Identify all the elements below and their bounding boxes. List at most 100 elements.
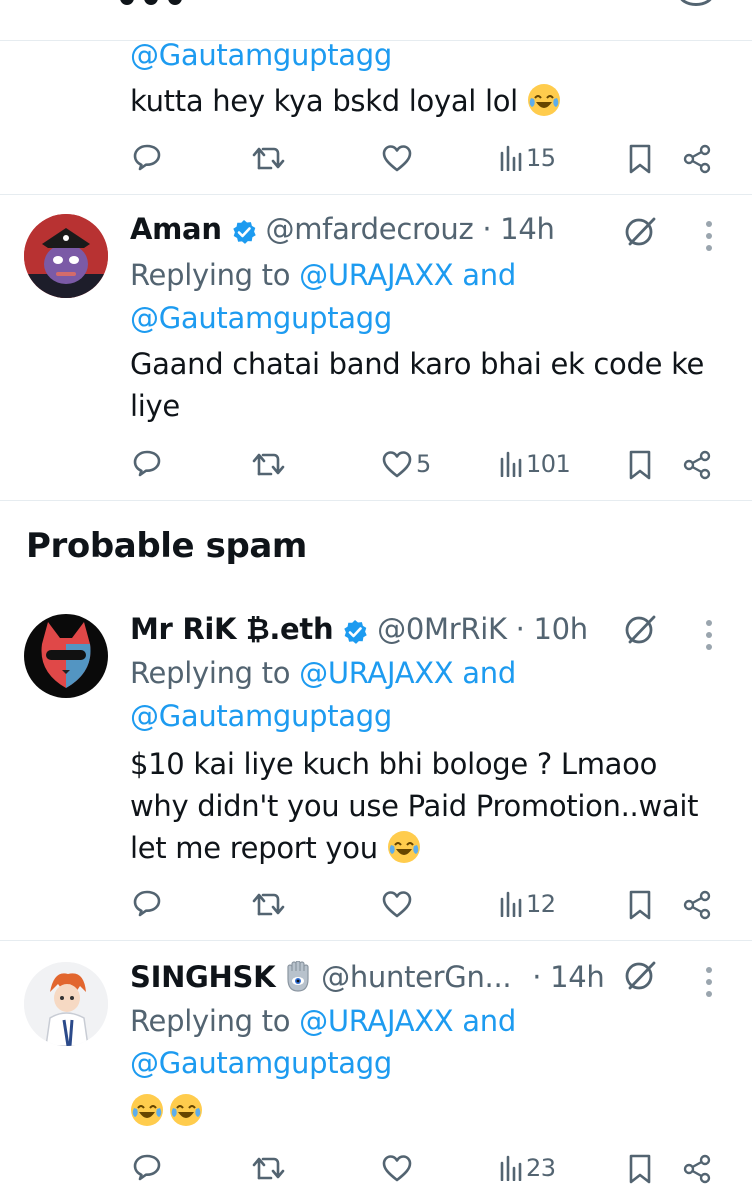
top-cutoff-fragment xyxy=(120,0,240,5)
replying-to: Replying to @URAJAXX and xyxy=(130,1004,516,1038)
reply-mention-link[interactable]: @URAJAXX and xyxy=(299,1004,516,1038)
grok-icon[interactable] xyxy=(624,614,658,650)
reply-handle-line2[interactable]: @Gautamguptagg xyxy=(130,34,392,76)
handle[interactable]: @0MrRiK xyxy=(377,612,507,646)
tweet-text: kutta hey kya bskd loyal lol xyxy=(130,80,561,128)
retweet-icon xyxy=(252,1157,285,1180)
reply-icon xyxy=(133,144,161,171)
share-button[interactable] xyxy=(682,890,712,920)
share-icon xyxy=(683,1154,711,1184)
bookmark-button[interactable] xyxy=(628,450,652,480)
timestamp[interactable]: · 14h xyxy=(482,212,555,246)
reply-mention-link[interactable]: @URAJAXX and xyxy=(299,258,516,292)
like-count: 5 xyxy=(416,450,431,478)
heart-icon xyxy=(382,891,412,918)
avatar[interactable] xyxy=(24,214,108,298)
display-name[interactable]: Aman xyxy=(130,212,222,246)
divider xyxy=(0,194,752,195)
like-button[interactable] xyxy=(382,890,412,918)
like-button[interactable]: 5 xyxy=(382,450,431,478)
reply-icon xyxy=(133,1154,161,1181)
bookmark-icon xyxy=(629,450,651,480)
retweet-button[interactable] xyxy=(252,450,286,478)
heart-icon xyxy=(382,451,412,478)
verified-badge-icon xyxy=(231,214,257,256)
views-icon xyxy=(500,145,522,171)
share-icon xyxy=(683,890,711,920)
views-icon xyxy=(500,891,522,917)
views-count: 101 xyxy=(526,450,571,478)
reply-button[interactable] xyxy=(132,142,162,172)
handle[interactable]: @hunterGn... xyxy=(321,960,511,994)
divider xyxy=(0,500,752,501)
reply-icon xyxy=(133,890,161,917)
views-count: 12 xyxy=(526,890,556,918)
replying-to: Replying to @URAJAXX and xyxy=(130,258,516,292)
share-button[interactable] xyxy=(682,1154,712,1184)
more-options-icon[interactable] xyxy=(705,967,713,1003)
bookmark-icon xyxy=(629,890,651,920)
views-button[interactable]: 15 xyxy=(500,144,556,172)
grok-icon[interactable] xyxy=(624,216,658,252)
tweet-text: Gaand chatai band karo bhai ek code ke l… xyxy=(130,347,705,423)
like-button[interactable] xyxy=(382,1154,412,1182)
share-button[interactable] xyxy=(682,144,712,174)
handle[interactable]: @mfardecrouz xyxy=(266,212,474,246)
display-name[interactable]: Mr RiK ₿.eth xyxy=(130,612,334,646)
retweet-button[interactable] xyxy=(252,890,286,918)
display-name[interactable]: SINGHSK xyxy=(130,960,276,994)
bookmark-button[interactable] xyxy=(628,144,652,174)
views-button[interactable]: 101 xyxy=(500,450,571,478)
grok-icon[interactable] xyxy=(624,960,658,996)
like-button[interactable] xyxy=(382,144,412,172)
retweet-button[interactable] xyxy=(252,1154,286,1182)
more-options-icon[interactable] xyxy=(705,221,713,257)
bookmark-button[interactable] xyxy=(628,1154,652,1184)
retweet-icon xyxy=(252,893,285,916)
reply-button[interactable] xyxy=(132,1152,162,1182)
heart-icon xyxy=(382,145,412,172)
section-title: Probable spam xyxy=(26,526,307,566)
views-button[interactable]: 23 xyxy=(500,1154,556,1182)
tweet-header: Aman @mfardecrouz · 14h xyxy=(130,208,555,256)
hamsa-emoji-icon xyxy=(284,960,312,1004)
reply-handle-line2[interactable]: @Gautamguptagg xyxy=(130,297,392,339)
timestamp[interactable]: · 10h xyxy=(516,612,589,646)
reply-button[interactable] xyxy=(132,448,162,478)
reply-mention-link[interactable]: @URAJAXX and xyxy=(299,656,516,690)
retweet-button[interactable] xyxy=(252,144,286,172)
bookmark-button[interactable] xyxy=(628,890,652,920)
reply-handle-line2[interactable]: @Gautamguptagg xyxy=(130,695,392,737)
reply-icon xyxy=(133,450,161,477)
avatar[interactable] xyxy=(24,962,108,1046)
views-icon xyxy=(500,451,522,477)
bookmark-icon xyxy=(629,1154,651,1184)
retweet-icon xyxy=(252,147,285,170)
timestamp[interactable]: · 14h xyxy=(532,960,605,994)
joy-emoji-icon xyxy=(130,1093,164,1131)
joy-emoji-icon xyxy=(387,830,421,875)
reply-handle-line2[interactable]: @Gautamguptagg xyxy=(130,1042,392,1084)
views-button[interactable]: 12 xyxy=(500,890,556,918)
divider xyxy=(0,940,752,941)
tweet-text: $10 kai liye kuch bhi bologe ? Lmaoo why… xyxy=(130,743,698,875)
views-count: 15 xyxy=(526,144,556,172)
tweet-header: Mr RiK ₿.eth @0MrRiK · 10h xyxy=(130,608,588,656)
views-icon xyxy=(500,1155,522,1181)
joy-emoji-icon xyxy=(169,1093,203,1131)
reply-button[interactable] xyxy=(132,888,162,918)
tweet-text xyxy=(130,1093,203,1131)
replying-to: Replying to @URAJAXX and xyxy=(130,656,516,690)
heart-icon xyxy=(382,1155,412,1182)
retweet-icon xyxy=(252,453,285,476)
tweet-header: SINGHSK @hunterGn... · 14h xyxy=(130,956,605,1004)
more-options-icon[interactable] xyxy=(705,620,713,656)
share-button[interactable] xyxy=(682,450,712,480)
joy-emoji-icon xyxy=(527,83,561,128)
top-right-icon-fragment xyxy=(678,0,714,6)
share-icon xyxy=(683,144,711,174)
verified-badge-icon xyxy=(342,614,368,656)
views-count: 23 xyxy=(526,1154,556,1182)
avatar[interactable] xyxy=(24,614,108,698)
share-icon xyxy=(683,450,711,480)
